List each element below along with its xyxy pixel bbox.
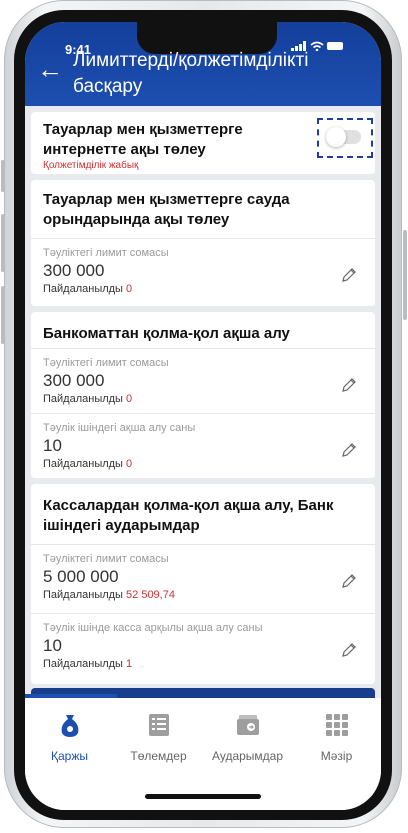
used-value: 0 xyxy=(126,393,133,405)
pencil-icon[interactable] xyxy=(341,267,357,283)
tab-label: Төлемдер xyxy=(130,749,187,763)
list-icon xyxy=(148,714,169,736)
card-store-payments: Тауарлар мен қызметтерге сауда орындарын… xyxy=(31,180,375,306)
used-value: 52 509,74 xyxy=(126,589,175,601)
tab-label: Қаржы xyxy=(51,749,88,763)
home-indicator[interactable] xyxy=(145,794,261,799)
used-label: Пайдаланылды xyxy=(43,658,123,670)
count-row: Тәулік ішіндегі ақша алу саны 10 Пайдала… xyxy=(31,413,375,479)
card-atm-withdrawal: Банкоматтан қолма-қол ақша алу Тәуліктег… xyxy=(31,312,375,478)
card-title: Тауарлар мен қызметтерге сауда орындарын… xyxy=(43,191,290,228)
count-value: 10 xyxy=(43,636,62,655)
tab-label: Мәзір xyxy=(320,749,353,763)
toggle-focus-outline xyxy=(317,118,373,158)
limit-label: Тәуліктегі лимит сомасы xyxy=(43,357,169,369)
limit-row: Тәуліктегі лимит сомасы 300 000 Пайдалан… xyxy=(31,238,375,307)
used-label: Пайдаланылды xyxy=(43,283,123,295)
side-button xyxy=(403,230,407,320)
card-online-payments: Тауарлар мен қызметтерге интернетте ақы … xyxy=(31,112,375,174)
limit-value: 5 000 000 xyxy=(43,567,119,586)
side-button xyxy=(1,214,5,272)
used-label: Пайдаланылды xyxy=(43,393,123,405)
money-bag-icon xyxy=(61,715,78,737)
app-header: 9:41 ← Лимиттерді/қолжетімділікті басқар… xyxy=(25,22,381,106)
card-title: Кассалардан қолма-қол ақша алу, Банк іші… xyxy=(43,497,334,534)
used-text: Пайдаланылды 52 509,74 xyxy=(43,589,175,601)
wallet-transfer-icon xyxy=(236,715,259,735)
used-text: Пайдаланылды 0 xyxy=(43,393,132,405)
count-label: Тәулік ішіндегі ақша алу саны xyxy=(43,422,196,434)
screen: 9:41 ← Лимиттерді/қолжетімділікті басқар… xyxy=(25,22,381,810)
used-label: Пайдаланылды xyxy=(43,458,123,470)
tab-menu[interactable]: Мәзір xyxy=(292,712,381,763)
tab-finance[interactable]: Қаржы xyxy=(25,712,114,763)
limit-row: Тәуліктегі лимит сомасы 5 000 000 Пайдал… xyxy=(31,544,375,613)
side-button xyxy=(1,286,5,344)
tab-transfers[interactable]: Аударымдар xyxy=(203,712,292,763)
side-button xyxy=(1,160,5,192)
content-scroll[interactable]: Тауарлар мен қызметтерге интернетте ақы … xyxy=(25,106,381,698)
used-value: 0 xyxy=(126,458,133,470)
page-title: Лимиттерді/қолжетімділікті басқару xyxy=(73,50,309,97)
used-label: Пайдаланылды xyxy=(43,589,123,601)
count-value: 10 xyxy=(43,436,62,455)
count-row: Тәулік ішінде касса арқылы ақша алу саны… xyxy=(31,613,375,684)
pencil-icon[interactable] xyxy=(341,573,357,589)
used-text: Пайдаланылды 0 xyxy=(43,283,132,295)
used-text: Пайдаланылды 1 xyxy=(43,658,132,670)
count-label: Тәулік ішінде касса арқылы ақша алу саны xyxy=(43,622,263,634)
card-title: Тауарлар мен қызметтерге интернетте ақы … xyxy=(43,121,243,158)
limit-label: Тәуліктегі лимит сомасы xyxy=(43,247,169,259)
tab-label: Аударымдар xyxy=(211,749,284,763)
back-arrow-icon[interactable]: ← xyxy=(37,56,63,82)
limit-row: Тәуліктегі лимит сомасы 300 000 Пайдалан… xyxy=(31,348,375,413)
limit-value: 300 000 xyxy=(43,371,105,390)
pencil-icon[interactable] xyxy=(341,642,357,658)
active-tab-indicator xyxy=(25,694,117,698)
used-value: 0 xyxy=(126,283,133,295)
used-text: Пайдаланылды 0 xyxy=(43,458,132,470)
card-cash-desk-withdrawal: Кассалардан қолма-қол ақша алу, Банк іші… xyxy=(31,484,375,684)
bottom-tab-bar: Қаржы Төлемдер Аударымдар Мәзір xyxy=(25,694,381,810)
limit-value: 300 000 xyxy=(43,261,105,280)
grid-menu-icon xyxy=(325,714,348,736)
access-status: Қолжетімділік жабық xyxy=(43,160,139,171)
card-title: Банкоматтан қолма-қол ақша алу xyxy=(43,325,290,342)
pencil-icon[interactable] xyxy=(341,442,357,458)
tab-payments[interactable]: Төлемдер xyxy=(114,712,203,763)
used-value: 1 xyxy=(126,658,133,670)
pencil-icon[interactable] xyxy=(341,377,357,393)
toggle-switch[interactable] xyxy=(326,127,346,147)
limit-label: Тәуліктегі лимит сомасы xyxy=(43,553,169,565)
